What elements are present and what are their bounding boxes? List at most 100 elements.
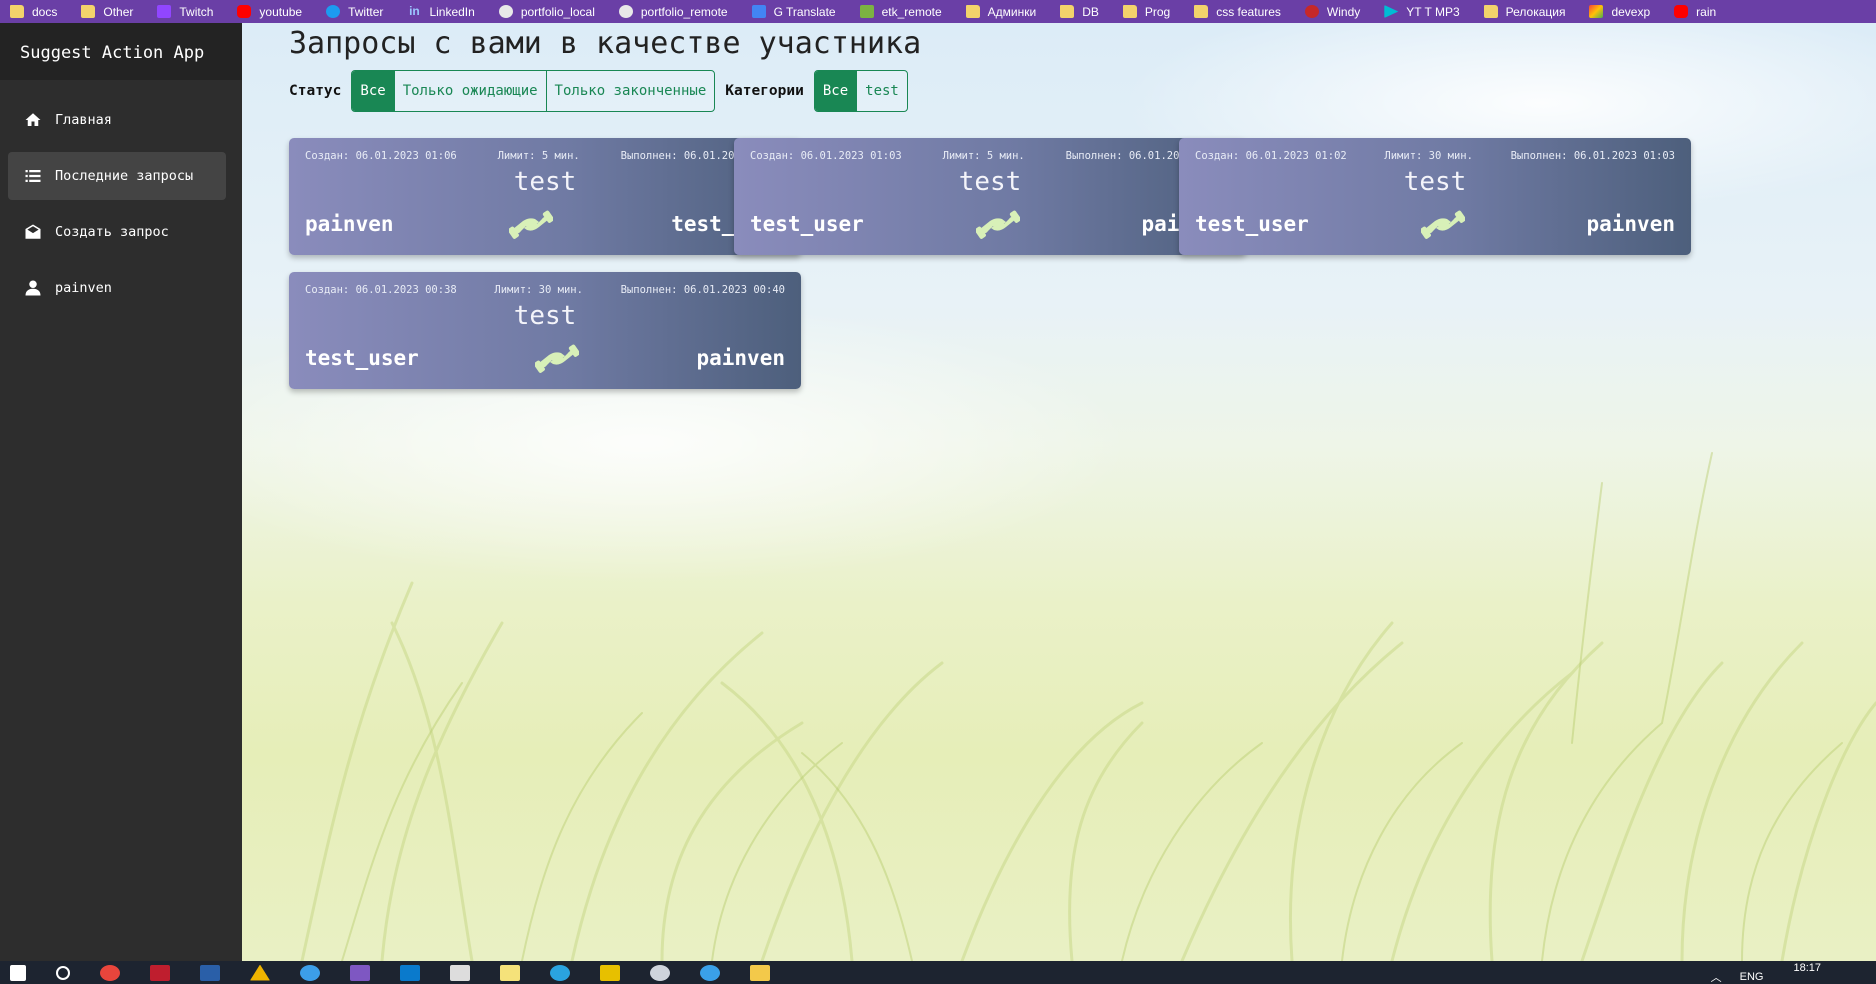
bookmark-label: portfolio_remote bbox=[640, 4, 728, 19]
bookmark-etk-remote[interactable]: etk_remote bbox=[859, 3, 942, 21]
language-indicator[interactable]: ENG bbox=[1740, 971, 1764, 983]
sidebar-item-profile[interactable]: painven bbox=[8, 264, 226, 312]
app-icon[interactable] bbox=[300, 964, 320, 981]
windy-icon bbox=[1304, 5, 1319, 18]
search-icon[interactable] bbox=[56, 965, 70, 980]
bookmark-rain[interactable]: rain bbox=[1674, 3, 1716, 21]
card-to-user: painven bbox=[1586, 212, 1675, 236]
handshake-icon bbox=[976, 210, 1020, 239]
handshake-icon bbox=[509, 210, 553, 239]
bookmark-windy[interactable]: Windy bbox=[1304, 3, 1361, 21]
card-done: Выполнен: 06.01.2023 01:03 bbox=[1510, 150, 1675, 162]
bookmark-css-features[interactable]: css features bbox=[1194, 3, 1281, 21]
taskbar: ︿ ENG 18:17 bbox=[0, 961, 1876, 984]
bookmark-label: etk_remote bbox=[881, 4, 942, 19]
bookmark-label: Prog bbox=[1144, 4, 1171, 19]
bookmark-youtube[interactable]: youtube bbox=[237, 3, 302, 21]
bookmark-docs[interactable]: docs bbox=[10, 3, 57, 21]
sidebar-item-recent-requests[interactable]: Последние запросы bbox=[8, 152, 226, 200]
card-limit: Лимит: 30 мин. bbox=[1384, 150, 1473, 162]
request-card[interactable]: Создан: 06.01.2023 01:02 Лимит: 30 мин. … bbox=[1179, 138, 1691, 255]
category-filter-label: Категории bbox=[725, 83, 804, 99]
google-translate-icon bbox=[751, 5, 766, 18]
etk-icon bbox=[859, 5, 874, 18]
filezilla-icon[interactable] bbox=[150, 964, 170, 981]
status-filter-finished[interactable]: Только законченные bbox=[546, 71, 715, 111]
bookmark-prog[interactable]: Prog bbox=[1122, 3, 1171, 21]
windows-start-icon[interactable] bbox=[10, 964, 26, 981]
bookmark-g-translate[interactable]: G Translate bbox=[751, 3, 836, 21]
bookmark-other[interactable]: Other bbox=[81, 3, 133, 21]
request-card[interactable]: Создан: 06.01.2023 01:03 Лимит: 5 мин. В… bbox=[734, 138, 1246, 255]
bookmark-admins[interactable]: Админки bbox=[965, 3, 1037, 21]
category-filter-test[interactable]: test bbox=[857, 71, 907, 111]
bookmark-label: Релокация bbox=[1505, 4, 1566, 19]
settings-icon[interactable] bbox=[650, 964, 670, 981]
twitter-icon bbox=[326, 5, 341, 18]
sidebar-item-create-request[interactable]: Создать запрос bbox=[8, 208, 226, 256]
card-created: Создан: 06.01.2023 01:03 bbox=[750, 150, 902, 162]
card-created: Создан: 06.01.2023 00:38 bbox=[305, 284, 457, 296]
chrome-icon[interactable] bbox=[100, 964, 120, 981]
list-icon bbox=[23, 166, 43, 186]
request-card[interactable]: Создан: 06.01.2023 01:06 Лимит: 5 мин. В… bbox=[289, 138, 801, 255]
app-brand[interactable]: Suggest Action App bbox=[0, 23, 242, 80]
bookmark-label: css features bbox=[1216, 4, 1281, 19]
bookmark-linkedin[interactable]: in LinkedIn bbox=[407, 3, 475, 21]
warning-app-icon[interactable] bbox=[250, 964, 270, 981]
category-filter-all[interactable]: Все bbox=[814, 71, 858, 111]
linkedin-icon: in bbox=[409, 4, 420, 18]
card-title: test bbox=[513, 167, 577, 197]
card-created: Создан: 06.01.2023 01:02 bbox=[1195, 150, 1347, 162]
bookmark-label: Админки bbox=[987, 4, 1037, 19]
envelope-open-icon bbox=[23, 222, 43, 242]
system-tray: ︿ ENG 18:17 bbox=[1711, 961, 1876, 984]
bookmark-devexp[interactable]: devexp bbox=[1589, 3, 1650, 21]
bookmark-twitch[interactable]: Twitch bbox=[157, 3, 213, 21]
sidebar-item-label: Последние запросы bbox=[55, 168, 194, 184]
folder-icon bbox=[81, 5, 96, 18]
telegram-icon[interactable] bbox=[550, 964, 570, 981]
powershell-icon[interactable] bbox=[200, 964, 220, 981]
bookmark-label: docs bbox=[32, 4, 58, 19]
card-limit: Лимит: 5 мин. bbox=[942, 150, 1025, 162]
sidebar-item-label: painven bbox=[55, 280, 112, 296]
bookmark-label: DB bbox=[1082, 4, 1099, 19]
card-limit: Лимит: 5 мин. bbox=[497, 150, 580, 162]
bookmark-label: Windy bbox=[1326, 4, 1361, 19]
clock[interactable]: 18:17 bbox=[1793, 962, 1821, 974]
sidebar-item-home[interactable]: Главная bbox=[8, 96, 226, 144]
visual-studio-icon[interactable] bbox=[350, 964, 370, 981]
main-content: Запросы с вами в качестве участника Стат… bbox=[242, 23, 1876, 961]
status-filter-all[interactable]: Все bbox=[352, 71, 395, 111]
request-card[interactable]: Создан: 06.01.2023 00:38 Лимит: 30 мин. … bbox=[289, 272, 801, 389]
card-from-user: test_user bbox=[750, 212, 864, 236]
bookmark-label: Twitch bbox=[179, 4, 214, 19]
app-icon[interactable] bbox=[700, 964, 720, 981]
vscode-icon[interactable] bbox=[400, 964, 420, 981]
app-icon[interactable] bbox=[600, 964, 620, 981]
filters-bar: Статус Все Только ожидающие Только закон… bbox=[289, 70, 918, 112]
status-filter-pending[interactable]: Только ожидающие bbox=[394, 71, 547, 111]
card-title: test bbox=[513, 301, 577, 331]
folder-icon bbox=[965, 5, 980, 18]
bookmark-db[interactable]: DB bbox=[1060, 3, 1099, 21]
twitch-icon bbox=[157, 5, 172, 18]
chevron-up-icon[interactable]: ︿ bbox=[1711, 969, 1722, 984]
bookmark-portfolio-remote[interactable]: portfolio_remote bbox=[618, 3, 728, 21]
bookmark-label: youtube bbox=[259, 4, 303, 19]
clipboard-icon[interactable] bbox=[450, 964, 470, 981]
folder-icon bbox=[1060, 5, 1075, 18]
bookmark-portfolio-local[interactable]: portfolio_local bbox=[498, 3, 595, 21]
file-explorer-icon[interactable] bbox=[750, 964, 770, 981]
yt-mp3-icon bbox=[1384, 5, 1399, 18]
globe-icon bbox=[618, 5, 633, 18]
bookmark-yt-mp3[interactable]: YT T MP3 bbox=[1384, 3, 1460, 21]
bookmark-label: LinkedIn bbox=[429, 4, 475, 19]
folder-icon bbox=[1122, 5, 1137, 18]
card-from-user: test_user bbox=[1195, 212, 1309, 236]
notepad-icon[interactable] bbox=[500, 964, 520, 981]
card-title: test bbox=[958, 167, 1022, 197]
bookmark-relocation[interactable]: Релокация bbox=[1483, 3, 1566, 21]
bookmark-twitter[interactable]: Twitter bbox=[326, 3, 383, 21]
